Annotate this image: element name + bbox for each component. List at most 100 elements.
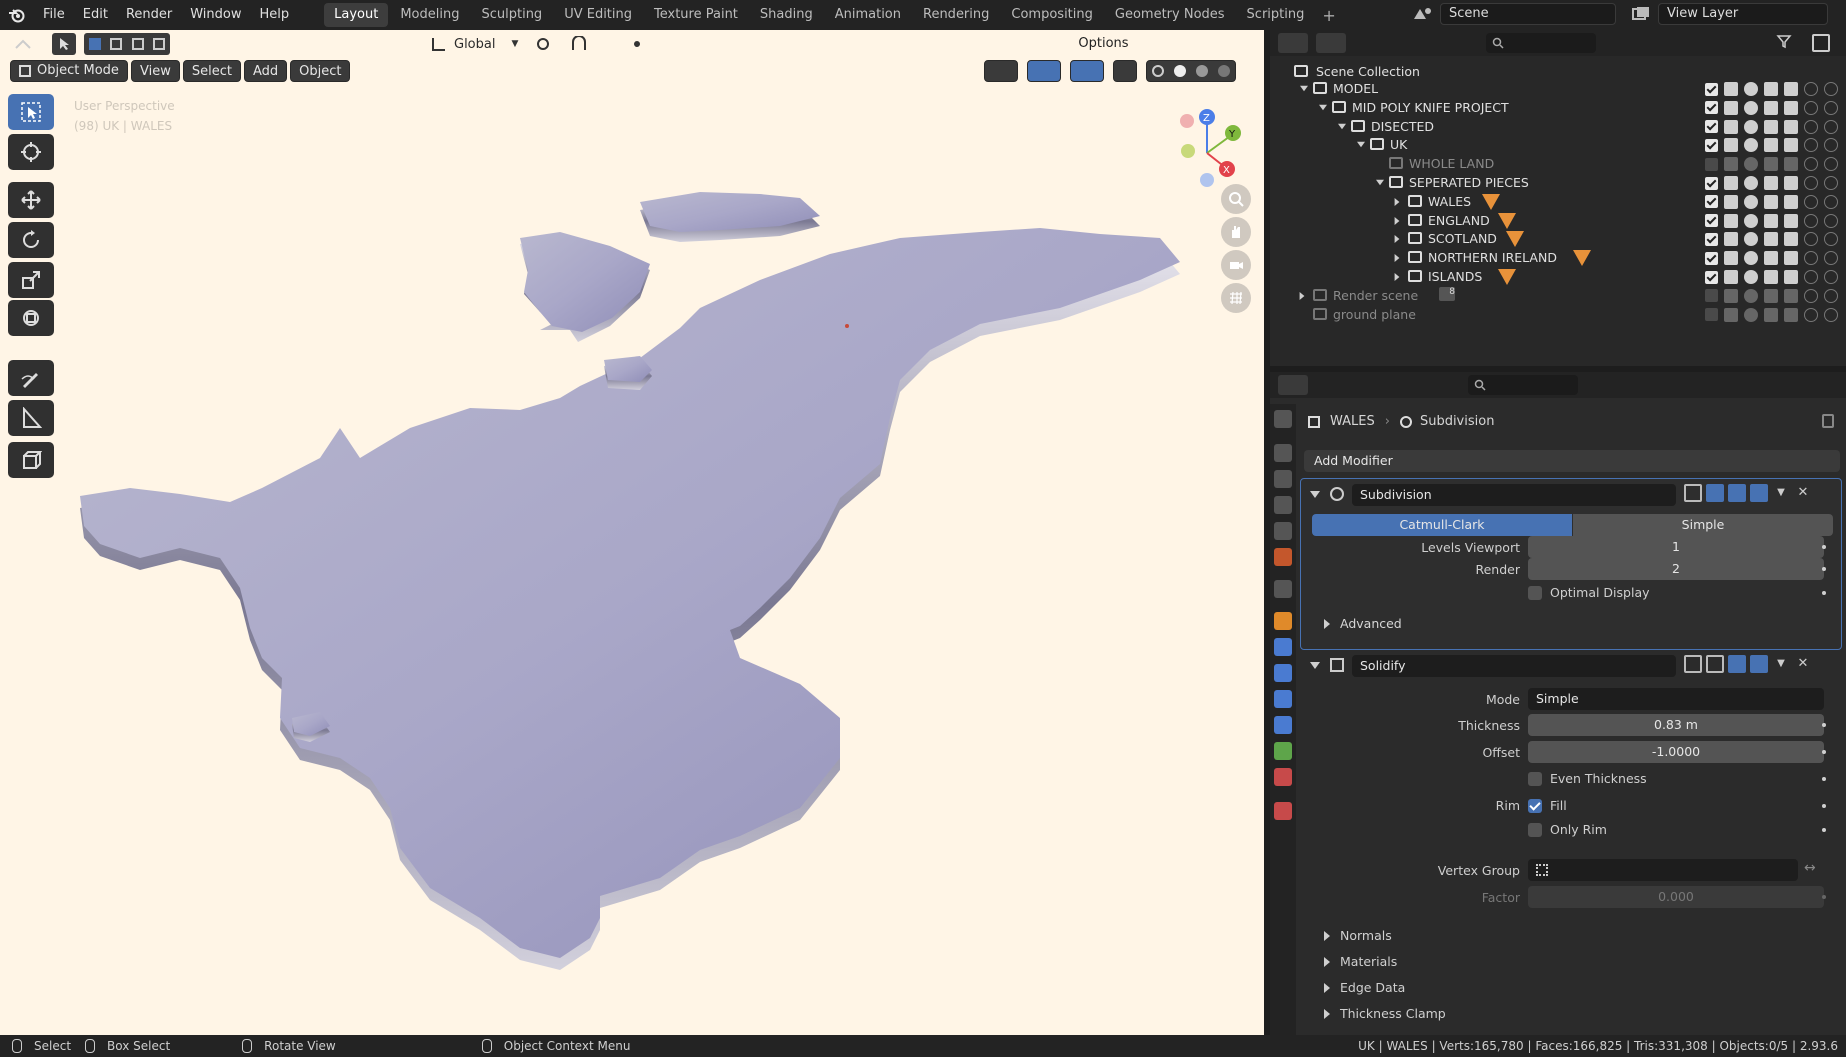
exclude-checkbox[interactable] — [1705, 214, 1718, 228]
dropdown-chevron-icon[interactable]: ▼ — [1772, 484, 1790, 502]
eye-icon[interactable] — [1744, 138, 1758, 153]
collapse-chevron-icon[interactable] — [1310, 490, 1320, 498]
tool-tab-icon[interactable] — [1274, 410, 1292, 428]
modifier-funnel-icon[interactable] — [1572, 250, 1591, 267]
keyframe-dot[interactable] — [1822, 750, 1826, 754]
modifier-tab-icon[interactable] — [1274, 638, 1292, 656]
advanced-subpanel[interactable]: Advanced — [1324, 616, 1402, 631]
viewport-toggle-icon[interactable] — [1728, 484, 1746, 502]
keyframe-dot[interactable] — [1822, 804, 1826, 808]
pin-icon[interactable] — [1822, 414, 1834, 428]
camera-icon[interactable] — [1784, 119, 1798, 134]
collapsed-arrow-icon[interactable] — [1394, 197, 1400, 206]
eye-icon[interactable] — [1744, 251, 1758, 266]
keyframe-dot[interactable] — [1822, 567, 1826, 571]
render-levels-field[interactable]: 2 — [1528, 558, 1824, 580]
modifier-funnel-icon[interactable] — [1506, 231, 1525, 248]
tab-geometry-nodes[interactable]: Geometry Nodes — [1105, 3, 1235, 27]
eye-icon[interactable] — [1744, 176, 1758, 190]
subdivision-name-field[interactable]: Subdivision — [1352, 484, 1676, 506]
add-modifier-dropdown[interactable]: Add Modifier — [1304, 450, 1840, 472]
select-arrow-icon[interactable] — [1724, 138, 1738, 153]
exclude-checkbox[interactable] — [1705, 289, 1718, 303]
close-icon[interactable]: ✕ — [1794, 655, 1812, 673]
camera-icon[interactable] — [1784, 194, 1798, 209]
constraints-tab-icon[interactable] — [1274, 716, 1292, 734]
eye-icon[interactable] — [1744, 232, 1758, 247]
menu-edit[interactable]: Edit — [74, 0, 117, 30]
camera-icon[interactable] — [1784, 157, 1798, 172]
select-arrow-icon[interactable] — [1724, 82, 1738, 96]
render-toggle-icon[interactable] — [1750, 484, 1768, 502]
object-tab-icon[interactable] — [1274, 612, 1292, 630]
holdout-icon[interactable] — [1804, 100, 1818, 115]
indirect-icon[interactable] — [1824, 251, 1838, 266]
keyframe-dot[interactable] — [1822, 591, 1826, 595]
viewport-monitor-icon[interactable] — [1764, 288, 1778, 303]
view-layer-selector[interactable]: View Layer — [1630, 3, 1828, 25]
indirect-icon[interactable] — [1824, 213, 1838, 228]
render-tab-icon[interactable] — [1274, 444, 1292, 462]
exclude-checkbox[interactable] — [1705, 232, 1718, 246]
physics-tab-icon[interactable] — [1274, 690, 1292, 708]
viewport-monitor-icon[interactable] — [1764, 100, 1778, 115]
menu-file[interactable]: File — [34, 0, 74, 30]
tab-scripting[interactable]: Scripting — [1237, 3, 1315, 27]
collapsed-arrow-icon[interactable] — [1299, 291, 1305, 300]
3d-viewport[interactable]: Global ▼ Options Object Mode View Select A… — [0, 30, 1264, 1035]
camera-icon[interactable] — [1784, 176, 1798, 190]
solidify-mode-dropdown[interactable]: Simple — [1528, 688, 1824, 710]
camera-icon[interactable] — [1784, 307, 1798, 322]
new-collection-icon[interactable] — [1812, 34, 1830, 52]
indirect-icon[interactable] — [1824, 288, 1838, 303]
viewport-toggle-icon[interactable] — [1728, 655, 1746, 673]
viewport-monitor-icon[interactable] — [1764, 251, 1778, 266]
output-tab-icon[interactable] — [1274, 470, 1292, 488]
expanded-arrow-icon[interactable] — [1300, 85, 1308, 92]
exclude-checkbox[interactable] — [1705, 251, 1718, 265]
eye-icon[interactable] — [1744, 100, 1758, 115]
properties-search-input[interactable] — [1468, 375, 1578, 395]
filter-icon[interactable] — [1776, 33, 1796, 53]
select-arrow-icon[interactable] — [1724, 119, 1738, 134]
viewport-monitor-icon[interactable] — [1764, 157, 1778, 172]
collapsed-arrow-icon[interactable] — [1394, 216, 1400, 225]
select-arrow-icon[interactable] — [1724, 270, 1738, 284]
exclude-checkbox[interactable] — [1705, 138, 1718, 152]
collapsed-arrow-icon[interactable] — [1394, 235, 1400, 244]
expanded-arrow-icon[interactable] — [1357, 142, 1365, 148]
indirect-icon[interactable] — [1824, 100, 1838, 115]
close-icon[interactable]: ✕ — [1794, 484, 1812, 502]
exclude-checkbox[interactable] — [1705, 195, 1718, 209]
tab-animation[interactable]: Animation — [825, 3, 911, 27]
camera-icon[interactable] — [1784, 232, 1798, 247]
holdout-icon[interactable] — [1804, 138, 1818, 153]
camera-icon[interactable] — [1784, 138, 1798, 153]
scene-selector[interactable]: Scene — [1412, 3, 1616, 25]
subpanel-edge-data[interactable]: Edge Data — [1324, 980, 1405, 995]
keyframe-dot[interactable] — [1822, 545, 1826, 549]
simple-button[interactable]: Simple — [1573, 514, 1833, 536]
holdout-icon[interactable] — [1804, 232, 1818, 247]
tab-uv-editing[interactable]: UV Editing — [554, 3, 642, 27]
exclude-checkbox[interactable] — [1705, 120, 1718, 134]
camera-icon[interactable] — [1784, 288, 1798, 303]
camera-icon[interactable] — [1784, 251, 1798, 266]
indirect-icon[interactable] — [1824, 82, 1838, 96]
modifier-funnel-icon[interactable] — [1481, 193, 1500, 210]
tab-rendering[interactable]: Rendering — [913, 3, 999, 27]
eye-icon[interactable] — [1744, 194, 1758, 209]
view-layer-field[interactable]: View Layer — [1658, 3, 1828, 25]
offset-field[interactable]: -1.0000 — [1528, 741, 1824, 763]
select-arrow-icon[interactable] — [1724, 232, 1738, 247]
collection-tab-icon[interactable] — [1274, 580, 1292, 598]
tab-shading[interactable]: Shading — [750, 3, 823, 27]
eye-icon[interactable] — [1744, 157, 1758, 172]
viewport-monitor-icon[interactable] — [1764, 194, 1778, 209]
keyframe-dot[interactable] — [1822, 723, 1826, 727]
only-rim-checkbox[interactable] — [1528, 823, 1542, 837]
world-tab-icon[interactable] — [1274, 548, 1292, 566]
display-mode-icon[interactable] — [1316, 33, 1346, 53]
menu-help[interactable]: Help — [251, 0, 299, 30]
viewport-monitor-icon[interactable] — [1764, 270, 1778, 284]
